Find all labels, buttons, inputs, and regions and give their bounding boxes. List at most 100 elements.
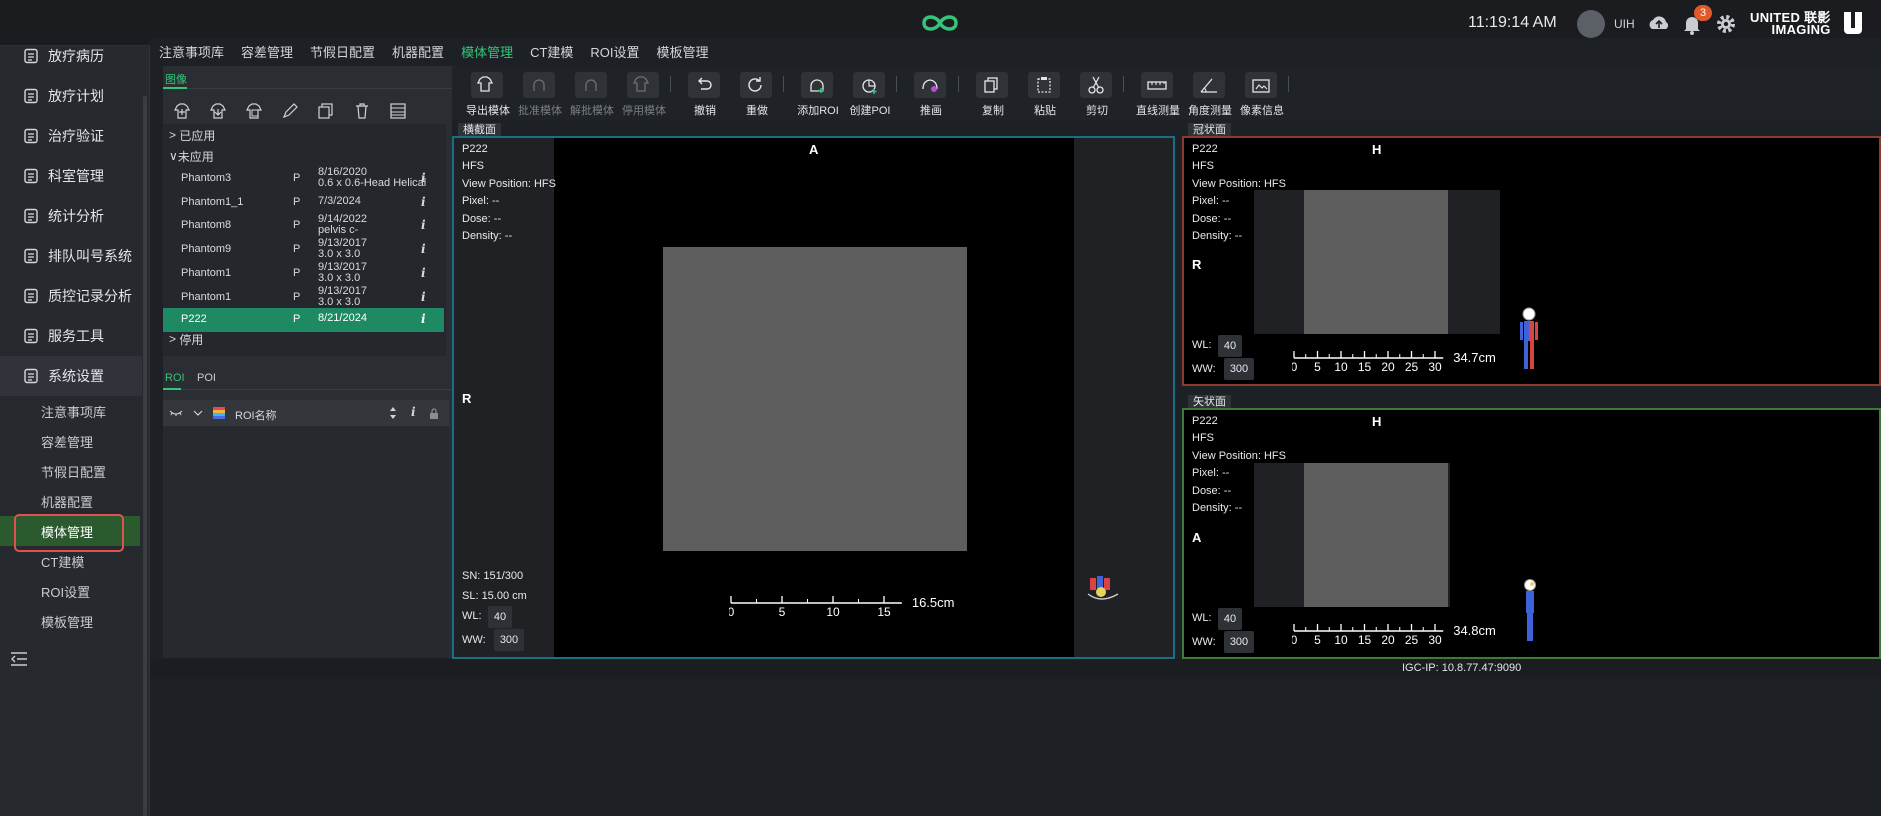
sidebar-item-2[interactable]: 放疗计划 bbox=[0, 76, 142, 116]
roi-list bbox=[163, 426, 449, 658]
app-window: 11:19:14 AM UIH 3 UNITED 联影 IMAGING 放疗病历… bbox=[0, 0, 1881, 816]
sidebar-item-6[interactable]: 排队叫号系统 bbox=[0, 236, 142, 276]
sort-icon[interactable] bbox=[389, 406, 397, 420]
phantom-date-block: 7/3/2024 bbox=[318, 196, 361, 207]
phantom-row[interactable]: Phantom1_1 P 7/3/2024 i bbox=[163, 191, 444, 215]
add-phantom-icon[interactable] bbox=[173, 102, 191, 120]
sagittal-wl-label: WL: bbox=[1192, 612, 1212, 624]
sidebar-item-5[interactable]: 统计分析 bbox=[0, 196, 142, 236]
coronal-ww-value[interactable]: 300 bbox=[1224, 358, 1254, 380]
sidebar-item-9[interactable]: 系统设置 bbox=[0, 356, 142, 396]
coronal-view-label: 冠状面 bbox=[1188, 123, 1231, 137]
phantom-row[interactable]: Phantom3 P 8/16/2020 0.6 x 0.6-Head Helical… bbox=[163, 167, 444, 191]
sagittal-viewer[interactable]: P222 HFS View Position: HFS Pixel: -- Do… bbox=[1182, 408, 1881, 659]
cloud-upload-icon[interactable] bbox=[1646, 13, 1672, 33]
module-tab-3[interactable]: 节假日配置 bbox=[309, 38, 376, 65]
chevron-down-icon[interactable] bbox=[193, 409, 203, 417]
scale-ruler: 0 5 10 15 16.5cm bbox=[728, 595, 955, 619]
module-tab-2[interactable]: 容差管理 bbox=[240, 38, 294, 65]
module-tab-6[interactable]: CT建模 bbox=[529, 38, 574, 65]
info-icon[interactable]: i bbox=[421, 266, 426, 280]
axial-viewer[interactable]: P222 HFS View Position: HFS Pixel: -- Do… bbox=[452, 136, 1175, 659]
push-draw-button[interactable]: 推画 bbox=[905, 70, 957, 118]
roi-name-column[interactable]: ROI名称 bbox=[235, 407, 277, 423]
coronal-scale-bar: 0 5 10 15 20 25 30 34.7cm bbox=[1291, 348, 1512, 378]
module-tab-5[interactable]: 模体管理 bbox=[460, 38, 514, 65]
sagittal-wl-value[interactable]: 40 bbox=[1218, 608, 1242, 630]
toolbar-separator bbox=[1288, 76, 1289, 92]
sidebar-subitem-3[interactable]: 节假日配置 bbox=[0, 456, 140, 486]
sidebar-subitem-7[interactable]: ROI设置 bbox=[0, 576, 140, 606]
sidebar-item-8[interactable]: 服务工具 bbox=[0, 316, 142, 356]
coronal-viewer[interactable]: P222 HFS View Position: HFS Pixel: -- Do… bbox=[1182, 136, 1881, 386]
phantom-row[interactable]: P222 P 8/21/2024 i bbox=[163, 308, 444, 332]
duplicate-icon[interactable] bbox=[317, 102, 335, 120]
sagittal-ww-value[interactable]: 300 bbox=[1224, 631, 1254, 653]
redo-button[interactable]: 重做 bbox=[731, 70, 783, 118]
module-tab-4[interactable]: 机器配置 bbox=[391, 38, 445, 65]
grid-icon[interactable] bbox=[389, 102, 407, 120]
sidebar-item-label: 科室管理 bbox=[48, 168, 104, 184]
group-disabled[interactable]: > 停用 bbox=[169, 329, 203, 349]
sidebar-item-1[interactable]: 放疗病历 bbox=[0, 36, 142, 76]
toolbar-icon-box bbox=[740, 72, 772, 98]
info-icon[interactable]: i bbox=[421, 312, 426, 326]
phantom-row[interactable]: Phantom1 P 9/13/2017 3.0 x 3.0 i bbox=[163, 286, 444, 310]
cut-button[interactable]: 剪切 bbox=[1071, 70, 1123, 118]
module-tab-1[interactable]: 注意事项库 bbox=[158, 38, 225, 65]
pixel-info-button[interactable]: 像素信息 bbox=[1236, 70, 1288, 118]
axial-phantom-image bbox=[663, 247, 967, 551]
info-icon[interactable]: i bbox=[421, 290, 426, 304]
toolbar-button-label: 像素信息 bbox=[1240, 105, 1284, 117]
cut-icon bbox=[1088, 76, 1104, 94]
avatar[interactable] bbox=[1577, 10, 1605, 38]
axial-wl-value[interactable]: 40 bbox=[488, 606, 512, 628]
phantom-row[interactable]: Phantom1 P 9/13/2017 3.0 x 3.0 i bbox=[163, 262, 444, 286]
edit-icon[interactable] bbox=[281, 102, 299, 120]
create-poi-button[interactable]: 创建POI bbox=[844, 70, 896, 118]
username[interactable]: UIH bbox=[1614, 17, 1635, 31]
delete-icon[interactable] bbox=[353, 102, 371, 120]
sidebar-item-4[interactable]: 科室管理 bbox=[0, 156, 142, 196]
sagittal-view-label: 矢状面 bbox=[1188, 395, 1231, 409]
sidebar-item-label: 治疗验证 bbox=[48, 128, 104, 144]
info-icon[interactable]: i bbox=[421, 242, 426, 256]
sidebar-subitem-1[interactable]: 注意事项库 bbox=[0, 396, 140, 426]
module-tab-7[interactable]: ROI设置 bbox=[589, 38, 640, 65]
tab-roi[interactable]: ROI bbox=[165, 372, 185, 384]
undo-icon bbox=[698, 77, 712, 90]
scale-tick-label: 5 bbox=[779, 605, 786, 619]
phantom-date-block: 9/13/2017 3.0 x 3.0 bbox=[318, 262, 367, 284]
sidebar-subitem-8[interactable]: 模板管理 bbox=[0, 606, 140, 636]
import-phantom-icon[interactable] bbox=[209, 102, 227, 120]
collapse-sidebar-icon[interactable] bbox=[10, 652, 28, 666]
axial-pixel: Pixel: -- bbox=[462, 195, 500, 207]
sidebar-item-7[interactable]: 质控记录分析 bbox=[0, 276, 142, 316]
sidebar-subitem-4[interactable]: 机器配置 bbox=[0, 486, 140, 516]
toolbar-separator bbox=[1123, 76, 1124, 92]
info-icon[interactable]: i bbox=[421, 171, 426, 185]
coronal-dose: Dose: -- bbox=[1192, 213, 1232, 225]
sidebar-subitem-2[interactable]: 容差管理 bbox=[0, 426, 140, 456]
axial-ww-value[interactable]: 300 bbox=[494, 629, 524, 651]
group-unapplied[interactable]: ∨ 未应用 bbox=[169, 146, 214, 166]
sidebar-scrollbar[interactable] bbox=[143, 96, 147, 816]
tab-poi[interactable]: POI bbox=[197, 372, 216, 384]
visibility-icon[interactable] bbox=[169, 408, 183, 418]
info-icon[interactable]: i bbox=[421, 218, 426, 232]
gear-icon[interactable] bbox=[1714, 12, 1738, 36]
phantom-row[interactable]: Phantom9 P 9/13/2017 3.0 x 3.0 i bbox=[163, 238, 444, 262]
phantom-row[interactable]: Phantom8 P 9/14/2022 pelvis c-i bbox=[163, 214, 444, 238]
group-applied[interactable]: > 已应用 bbox=[169, 125, 215, 145]
sidebar-item-3[interactable]: 治疗验证 bbox=[0, 116, 142, 156]
axial-wl-label: WL: bbox=[462, 610, 482, 622]
lock-icon[interactable] bbox=[429, 408, 439, 419]
module-tab-8[interactable]: 模板管理 bbox=[656, 38, 710, 65]
sidebar-item-label: 质控记录分析 bbox=[48, 288, 132, 304]
tab-image[interactable]: 图像 bbox=[165, 71, 187, 87]
brand-line-2: IMAGING bbox=[1771, 22, 1831, 37]
disable-phantom-button[interactable]: 停用模体 bbox=[618, 70, 670, 118]
info-icon[interactable]: i bbox=[421, 195, 426, 209]
coronal-wl-value[interactable]: 40 bbox=[1218, 335, 1242, 357]
copy-phantom-icon[interactable] bbox=[245, 102, 263, 120]
